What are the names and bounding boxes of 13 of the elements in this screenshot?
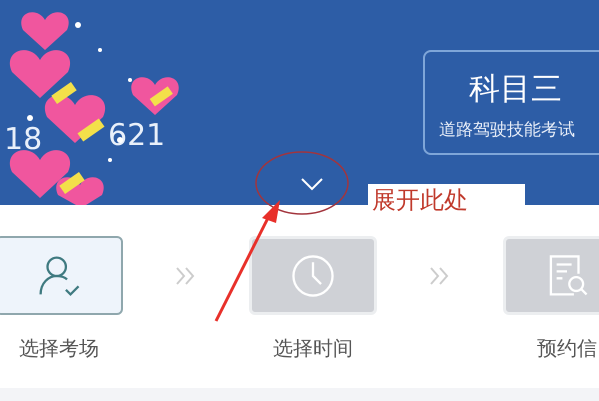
double-chevron-icon bbox=[429, 266, 451, 286]
subject-title: 科目三 bbox=[469, 70, 562, 109]
step-tile[interactable] bbox=[0, 236, 123, 315]
masked-text: 621 bbox=[108, 118, 166, 153]
step-label: 选择考场 bbox=[19, 335, 99, 362]
step-label: 预约信 bbox=[537, 335, 597, 362]
subject-card[interactable]: 科目三 道路驾驶技能考试 bbox=[423, 50, 599, 155]
masked-text: 18 bbox=[4, 122, 42, 157]
clock-icon bbox=[290, 252, 336, 298]
chevron-icon[interactable] bbox=[300, 177, 324, 191]
double-chevron-icon bbox=[175, 266, 197, 286]
step-label: 选择时间 bbox=[273, 335, 353, 362]
subject-subtitle: 道路驾驶技能考试 bbox=[439, 119, 575, 141]
